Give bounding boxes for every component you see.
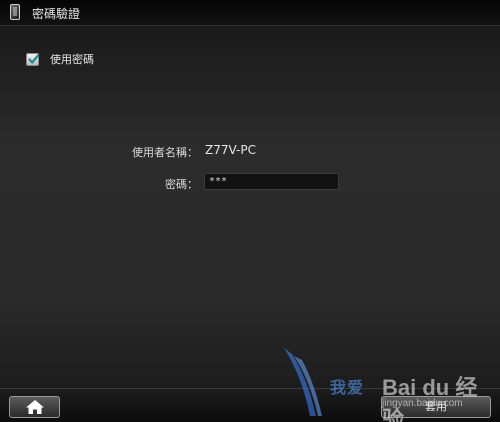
password-verification-window: 密碼驗證 使用密碼 使用者名稱： Z77V-PC 密碼： 套用 我爱 Bai d… — [0, 0, 500, 422]
window-title: 密碼驗證 — [32, 7, 81, 21]
use-password-option[interactable]: 使用密碼 — [26, 51, 94, 67]
baidu-watermark: 我爱 Bai du 经验 jingyan.baidu.com — [282, 346, 497, 422]
watermark-text: 我爱 — [330, 378, 365, 397]
home-icon — [25, 400, 44, 414]
check-mark-icon — [28, 53, 40, 64]
phone-icon — [10, 4, 20, 20]
watermark-url: jingyan.baidu.com — [382, 398, 463, 409]
password-label: 密碼： — [165, 178, 198, 191]
use-password-checkbox[interactable] — [26, 52, 40, 66]
watermark-logo-text: Bai du 经验 — [382, 375, 478, 422]
username-label: 使用者名稱： — [132, 146, 198, 159]
home-button[interactable] — [9, 396, 60, 418]
username-value: Z77V-PC — [205, 143, 256, 157]
password-input[interactable] — [204, 173, 339, 190]
use-password-label: 使用密碼 — [50, 53, 94, 66]
title-bar: 密碼驗證 — [0, 0, 500, 26]
